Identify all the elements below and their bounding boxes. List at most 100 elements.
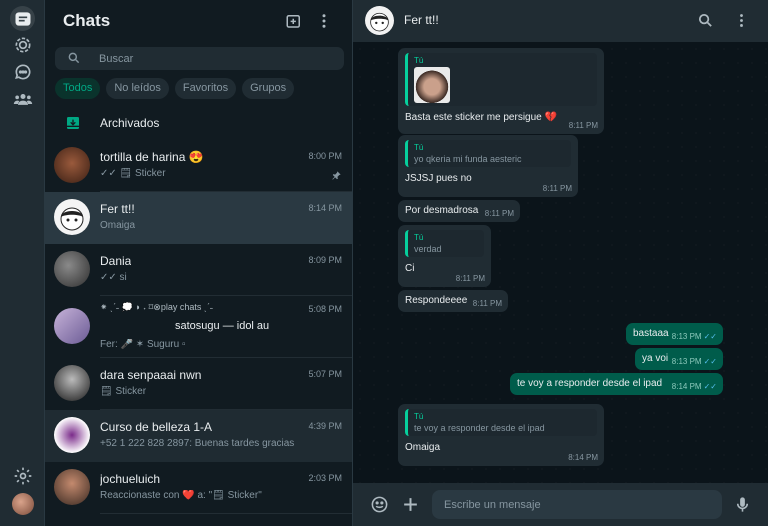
communities-icon[interactable] [10,86,35,111]
menu-icon[interactable] [315,12,333,30]
chat-list-panel: Chats Todos No leídos Favoritos Grupos A… [45,0,353,526]
message-text: Omaiga [405,442,441,453]
read-ticks-icon: ✓✓ [703,382,717,391]
quote-text: te voy a responder desde el ipad [414,423,545,433]
message-incoming[interactable]: Tú verdad Ci 8:11 PM [398,225,491,287]
chats-icon[interactable] [10,6,35,31]
message-time: 8:13 PM ✓✓ [672,332,717,341]
chat-preview: ✓✓ si [100,272,127,283]
chat-time: 8:00 PM [308,151,342,161]
message-time: 8:14 PM [568,453,598,462]
chat-row[interactable]: ⁕ ˎˊ˗ 💭 ◗ ˖ ⌑⊗play chats ˎˊ˗ satosugu — … [45,296,352,358]
message-text: Ci [405,263,415,274]
chat-time: 4:39 PM [308,421,342,431]
message-time: 8:14 PM ✓✓ [672,382,717,391]
chat-name: Dania [100,254,132,268]
chat-row-selected[interactable]: Fer tt!! 8:14 PM Omaiga [45,192,352,244]
read-ticks-icon: ✓✓ [703,332,717,341]
read-ticks-icon: ✓✓ [703,357,717,366]
message-text: JSJSJ pues no [405,173,472,184]
avatar [54,308,90,344]
message-outgoing[interactable]: te voy a responder desde el ipad 8:14 PM… [510,373,723,395]
message-time: 8:11 PM [455,274,485,283]
avatar [54,147,90,183]
menu-icon[interactable] [733,12,750,29]
filter-all[interactable]: Todos [55,78,101,99]
chat-row[interactable]: Dania 8:09 PM ✓✓ si [45,244,352,296]
quoted-message[interactable]: Tú yo qkeria mi funda aesteric [405,140,571,167]
chat-time: 5:07 PM [308,369,342,379]
chat-preview: 🗒 Sticker [100,386,147,397]
search-icon [67,51,81,65]
message-time: 8:11 PM [568,121,598,130]
message-input-wrapper[interactable] [432,490,722,519]
chat-preview: ✓✓ 🗒 Sticker [100,168,166,179]
quote-text: yo qkeria mi funda aesteric [414,154,522,164]
message-outgoing[interactable]: ya voi 8:13 PM ✓✓ [635,348,723,370]
emoji-icon[interactable] [370,495,389,514]
message-time: 8:11 PM [542,184,572,193]
message-time: 8:11 PM [484,209,514,218]
quoted-message[interactable]: Tú verdad [405,230,484,257]
contact-name: Fer tt!! [404,13,439,27]
profile-avatar[interactable] [12,493,34,515]
search-input[interactable] [99,49,329,68]
quote-text: verdad [414,244,442,254]
archived-row[interactable]: Archivados [45,109,352,139]
chat-row[interactable]: jochueluich 2:03 PM Reaccionaste con ❤️ … [45,462,352,514]
channels-icon[interactable] [10,59,35,84]
avatar [54,365,90,401]
quoted-sticker [414,67,450,103]
avatar [54,251,90,287]
conversation-panel: Fer tt!! Tú Basta este sticker me persig… [353,0,768,526]
mic-icon[interactable] [733,495,752,514]
chat-preview: Fer: 🎤 ✶ Suguru ▫ [100,339,186,350]
page-title: Chats [63,11,111,30]
conversation-header[interactable]: Fer tt!! [353,0,768,42]
message-incoming[interactable]: Por desmadrosa 8:11 PM [398,200,520,222]
chat-name: tortilla de harina 😍 [100,150,204,164]
quote-author: Tú [414,143,424,152]
settings-icon[interactable] [10,463,35,488]
quote-author: Tú [414,56,424,65]
chat-name: satosugu — idol au [175,320,270,332]
pin-icon [331,168,342,180]
avatar [54,417,90,453]
avatar [54,199,90,235]
message-incoming[interactable]: Tú yo qkeria mi funda aesteric JSJSJ pue… [398,135,578,197]
search-icon[interactable] [697,12,714,29]
status-icon[interactable] [10,32,35,57]
message-time-text: 8:14 PM [671,382,702,391]
chat-row[interactable]: Curso de belleza 1-A 4:39 PM +52 1 222 8… [45,410,352,462]
chat-name: Fer tt!! [100,202,135,216]
chat-row[interactable]: dara senpaaai nwn 5:07 PM 🗒 Sticker [45,358,352,410]
message-input[interactable] [432,490,722,519]
message-incoming[interactable]: Tú te voy a responder desde el ipad Omai… [398,404,604,466]
divider [100,513,352,514]
chat-name: dara senpaaai nwn [100,368,202,382]
message-composer [353,483,768,526]
chat-name: Curso de belleza 1-A [100,420,213,434]
filter-groups[interactable]: Grupos [242,78,295,99]
attach-icon[interactable] [401,495,420,514]
message-time-text: 8:13 PM [671,332,702,341]
quoted-message[interactable]: Tú te voy a responder desde el ipad [405,409,597,436]
message-incoming[interactable]: Tú Basta este sticker me persigue 💔 8:11… [398,48,604,134]
contact-avatar[interactable] [365,6,394,35]
new-chat-icon[interactable] [285,12,303,30]
search-bar[interactable] [55,47,344,70]
chat-preview: +52 1 222 828 2897: Buenas tardes gracia… [100,438,295,449]
chat-preview: Reaccionaste con ❤️ a: "🗒 Sticker" [100,490,262,501]
message-incoming[interactable]: Respondeeee 8:11 PM [398,290,508,312]
filter-unread[interactable]: No leídos [106,78,169,99]
filter-favorites[interactable]: Favoritos [174,78,237,99]
chat-row[interactable]: tortilla de harina 😍 8:00 PM ✓✓ 🗒 Sticke… [45,140,352,192]
chat-name: jochueluich [100,472,161,486]
message-outgoing[interactable]: bastaaa 8:13 PM ✓✓ [626,323,723,345]
message-time-text: 8:13 PM [671,357,702,366]
archived-label: Archivados [100,116,160,130]
chat-time: 8:09 PM [308,255,342,265]
quoted-message[interactable]: Tú [405,53,597,106]
filter-chips: Todos No leídos Favoritos Grupos [55,78,295,100]
chat-list-header: Chats [45,0,352,42]
